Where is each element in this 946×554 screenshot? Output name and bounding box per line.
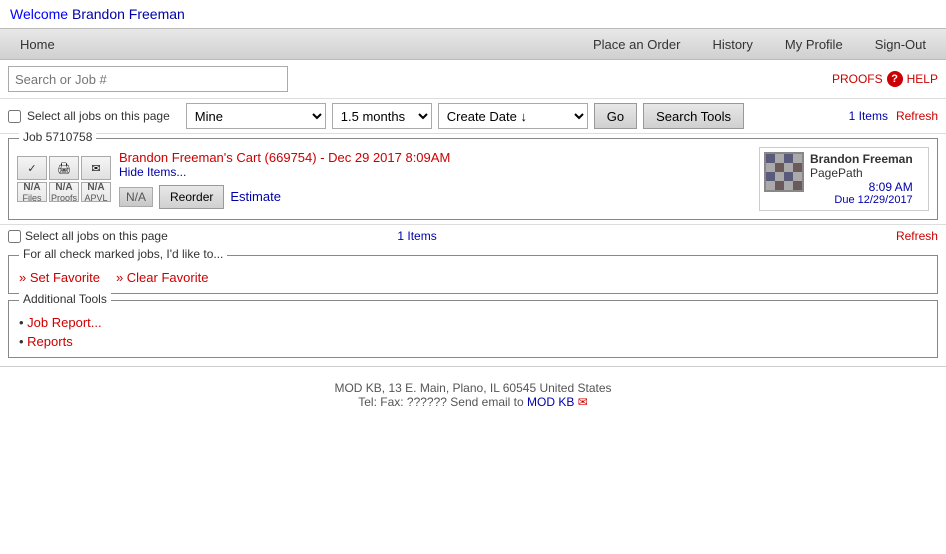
nav-my-profile[interactable]: My Profile [775,31,853,58]
job-report-link[interactable]: Job Report... [19,315,927,330]
files-label-cell: N/A Files [17,182,47,202]
nav-bar: Home Place an Order History My Profile S… [0,28,946,60]
proofs-text: Proofs [51,193,77,203]
mine-select[interactable]: Mine [186,103,326,129]
months-select[interactable]: 1.5 months [332,103,432,129]
apvl-label-cell: N/A APVL [81,182,111,202]
action-row-top: ✓ 🖨 ✉ [17,156,111,180]
help-icon[interactable]: ? [887,71,903,87]
filter-row: Select all jobs on this page Mine 1.5 mo… [0,99,946,134]
thumb-name: Brandon Freeman [810,152,913,166]
nav-place-order[interactable]: Place an Order [583,31,690,58]
welcome-bar: Welcome Brandon Freeman [0,0,946,28]
welcome-text: Welcome [10,6,68,22]
apvl-text: APVL [84,193,107,203]
select-all-checkbox-bottom[interactable] [8,230,21,243]
files-text: Files [22,193,41,203]
email-icon: ✉ [578,395,588,409]
select-all-label-top: Select all jobs on this page [27,109,170,123]
checked-links: Set Favorite Clear Favorite [19,270,927,285]
search-tools-button[interactable]: Search Tools [643,103,744,129]
estimate-link[interactable]: Estimate [230,189,281,204]
thumb-image [764,152,804,192]
search-input[interactable] [8,66,288,92]
na-status: N/A [119,187,153,207]
additional-tools-title: Additional Tools [19,292,111,306]
nav-sign-out[interactable]: Sign-Out [865,31,936,58]
job-group-title: Job 5710758 [19,130,96,144]
job-sub-actions: N/A Reorder Estimate [119,185,751,209]
job-info: Brandon Freeman's Cart (669754) - Dec 29… [119,150,751,209]
job-title[interactable]: Brandon Freeman's Cart (669754) - Dec 29… [119,150,751,165]
job-card: ✓ 🖨 ✉ N/A Files N/A Proofs N/A APVL [9,139,937,219]
items-count-top: 1 Items [849,109,888,123]
checked-jobs-title: For all check marked jobs, I'd like to..… [19,247,227,261]
thumb-details: Brandon Freeman PagePath 8:09 AM Due 12/… [810,152,913,206]
footer-divider [0,366,946,367]
proofs-help: PROOFS ? HELP [832,71,938,87]
items-row-bottom: Select all jobs on this page 1 Items Ref… [0,224,946,247]
set-favorite-link[interactable]: Set Favorite [19,270,100,285]
na-proofs: N/A [55,182,72,193]
nav-history[interactable]: History [702,31,762,58]
clear-favorite-link[interactable]: Clear Favorite [116,270,208,285]
proofs-label-cell: N/A Proofs [49,182,79,202]
go-button[interactable]: Go [594,103,637,129]
thumb-due: Due 12/29/2017 [810,194,913,206]
nav-home[interactable]: Home [10,31,65,58]
help-label[interactable]: HELP [907,72,938,86]
thumb-time: 8:09 AM [810,180,913,194]
nav-right: Place an Order History My Profile Sign-O… [583,31,936,58]
na-apvl: N/A [87,182,104,193]
refresh-link-bottom[interactable]: Refresh [896,229,938,243]
label-row: N/A Files N/A Proofs N/A APVL [17,182,111,202]
proofs-label[interactable]: PROOFS [832,72,883,86]
footer-line2: Tel: Fax: ?????? Send email to MOD KB ✉ [6,395,940,409]
date-select[interactable]: Create Date ↓ [438,103,588,129]
na-files: N/A [23,182,40,193]
select-all-checkbox-top[interactable] [8,110,21,123]
refresh-link-top[interactable]: Refresh [896,109,938,123]
hide-items-link[interactable]: Hide Items... [119,165,751,179]
print-button[interactable]: 🖨 [49,156,79,180]
reorder-button[interactable]: Reorder [159,185,224,209]
footer: MOD KB, 13 E. Main, Plano, IL 60545 Unit… [0,375,946,415]
check-button[interactable]: ✓ [17,156,47,180]
footer-mod-kb-link[interactable]: MOD KB [527,395,574,409]
items-count-bottom: 1 Items [397,229,436,243]
email-button[interactable]: ✉ [81,156,111,180]
footer-line2-pre: Tel: Fax: ?????? Send email to [358,395,527,409]
search-row: PROOFS ? HELP [0,60,946,99]
additional-tools-group: Additional Tools Job Report... Reports [8,300,938,358]
job-group: Job 5710758 ✓ 🖨 ✉ N/A Files N/A Proofs N… [8,138,938,220]
reports-link[interactable]: Reports [19,334,927,349]
quilt-svg [766,154,802,190]
thumb-sub: PagePath [810,166,913,180]
footer-line1: MOD KB, 13 E. Main, Plano, IL 60545 Unit… [6,381,940,395]
job-thumbnail: Brandon Freeman PagePath 8:09 AM Due 12/… [759,147,929,211]
select-all-label-bottom: Select all jobs on this page [25,229,168,243]
job-actions: ✓ 🖨 ✉ N/A Files N/A Proofs N/A APVL [17,156,111,202]
user-name: Brandon Freeman [72,6,185,22]
nav-left: Home [10,31,65,58]
checked-jobs-group: For all check marked jobs, I'd like to..… [8,255,938,294]
